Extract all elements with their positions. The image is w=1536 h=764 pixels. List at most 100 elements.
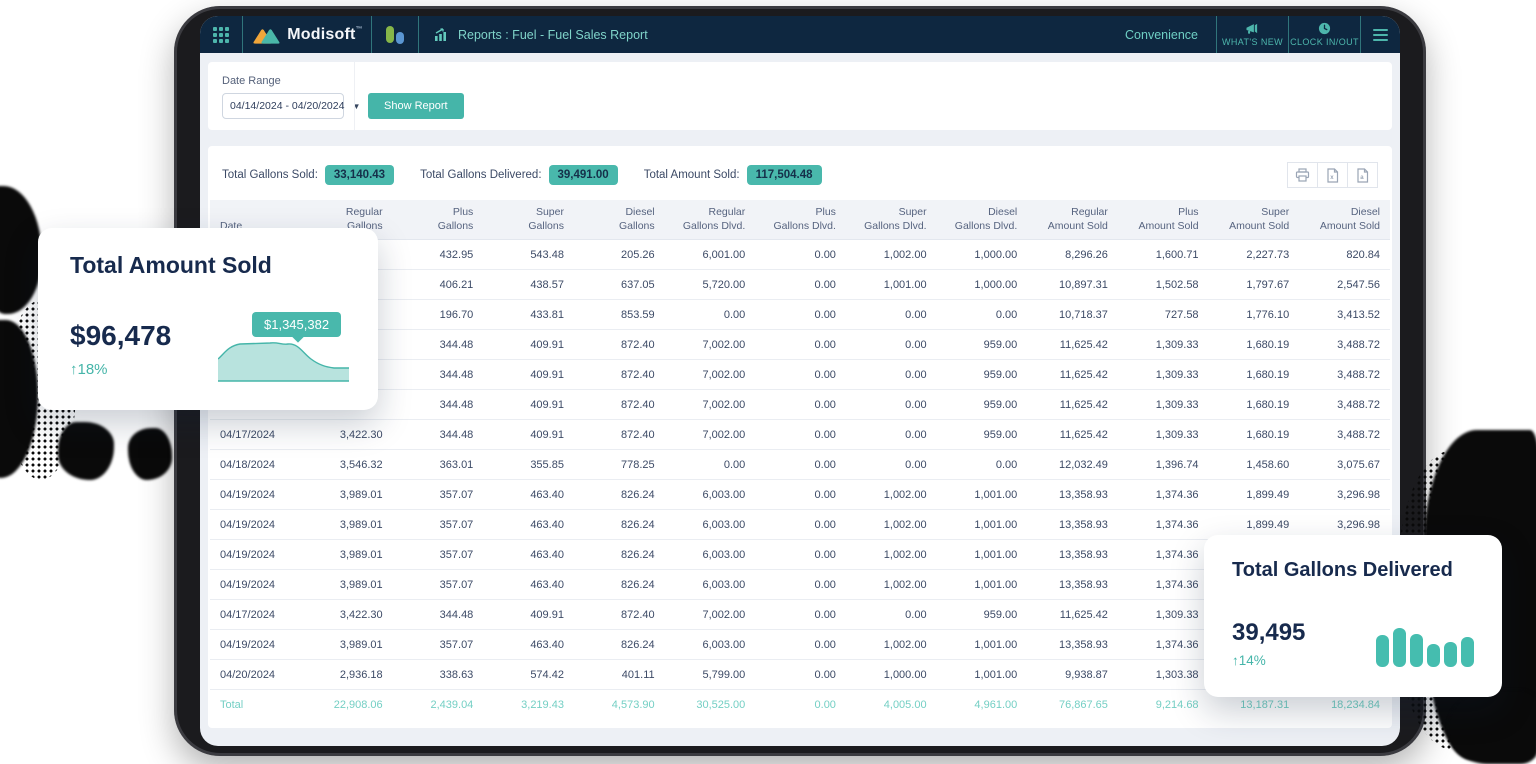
- table-cell: 1,000.00: [936, 239, 1028, 271]
- table-cell: 1,458.60: [1208, 449, 1300, 481]
- table-cell: 0.00: [755, 629, 846, 661]
- grid-icon: [213, 26, 229, 43]
- table-cell: 1,001.00: [936, 659, 1028, 691]
- show-report-button[interactable]: Show Report: [368, 93, 464, 119]
- table-cell: 1,000.00: [845, 659, 937, 691]
- table-cell: 1,002.00: [845, 509, 937, 541]
- summary-value-badge: 117,504.48: [746, 165, 822, 185]
- table-cell: 432.95: [392, 239, 484, 271]
- pdf-file-icon: a: [1357, 167, 1369, 183]
- print-button[interactable]: [1287, 162, 1318, 188]
- table-cell: 1,002.00: [845, 569, 937, 601]
- table-cell: 1,309.33: [1117, 359, 1209, 391]
- table-cell: 0.00: [845, 599, 937, 631]
- filter-panel: Date Range 04/14/2024 - 04/20/2024 ▼ Sho…: [208, 62, 1392, 130]
- store-selector[interactable]: Convenience: [1107, 16, 1216, 53]
- table-cell: 2,547.56: [1299, 269, 1390, 301]
- table-cell: 3,075.67: [1299, 449, 1390, 481]
- table-cell: 9,938.87: [1027, 659, 1118, 691]
- export-excel-button[interactable]: x: [1317, 162, 1348, 188]
- export-pdf-button[interactable]: a: [1347, 162, 1378, 188]
- brand-name: Modisoft™: [287, 25, 363, 43]
- table-cell: 357.07: [392, 539, 484, 571]
- card-value: $96,478: [70, 320, 172, 351]
- table-cell: 344.48: [392, 419, 484, 451]
- export-toolbar: x a: [1287, 162, 1378, 188]
- table-cell: 0.00: [845, 449, 937, 481]
- table-cell: 1,001.00: [936, 629, 1028, 661]
- table-cell: 7,002.00: [664, 389, 756, 421]
- table-cell: 7,002.00: [664, 419, 756, 451]
- table-cell: 1,002.00: [845, 239, 937, 271]
- table-cell: 1,374.36: [1117, 569, 1209, 601]
- summary-item: Total Gallons Delivered: 39,491.00: [420, 165, 618, 185]
- table-cell: 1,309.33: [1117, 329, 1209, 361]
- table-cell: 826.24: [573, 539, 665, 571]
- table-cell: 0.00: [936, 449, 1028, 481]
- table-cell: 406.21: [392, 269, 484, 301]
- table-cell: 1,680.19: [1208, 359, 1300, 391]
- table-cell: 7,002.00: [664, 599, 756, 631]
- table-cell: 872.40: [573, 599, 665, 631]
- table-cell: 11,625.42: [1027, 389, 1118, 421]
- table-cell: 338.63: [392, 659, 484, 691]
- table-cell: 0.00: [755, 539, 846, 571]
- table-cell: 1,309.33: [1117, 419, 1209, 451]
- total-cell: 4,573.90: [573, 689, 665, 720]
- table-cell: 11,625.42: [1027, 419, 1118, 451]
- table-cell: 3,296.98: [1299, 479, 1390, 511]
- table-cell: 463.40: [483, 569, 574, 601]
- date-range-value: 04/14/2024 - 04/20/2024: [230, 100, 345, 112]
- table-cell: 7,002.00: [664, 359, 756, 391]
- table-cell: 355.85: [483, 449, 574, 481]
- column-header: Super Gallons Dlvd.: [845, 200, 937, 241]
- summary-item: Total Amount Sold: 117,504.48: [644, 165, 822, 185]
- bar: [1444, 642, 1457, 667]
- table-cell: 959.00: [936, 599, 1028, 631]
- table-cell: 1,374.36: [1117, 629, 1209, 661]
- sparkline-chart: [217, 332, 352, 384]
- table-cell: 3,422.30: [302, 599, 393, 631]
- table-cell: 3,422.30: [302, 419, 393, 451]
- table-cell: 637.05: [573, 269, 665, 301]
- table-cell: 04/17/2024: [210, 419, 302, 451]
- table-row: 196.70 433.81 853.59 0.00 0.00 0.00 0.00 10,718…: [210, 299, 1390, 331]
- date-range-input[interactable]: 04/14/2024 - 04/20/2024 ▼: [222, 93, 360, 119]
- table-cell: 11,625.42: [1027, 359, 1118, 391]
- store-name: Convenience: [1125, 27, 1198, 42]
- table-cell: 10,897.31: [1027, 269, 1118, 301]
- column-header: Regular Gallons Dlvd.: [664, 200, 756, 241]
- divider: [354, 62, 355, 130]
- spatter-decoration: [128, 428, 172, 480]
- table-cell: 1,309.33: [1117, 599, 1209, 631]
- hamburger-icon: [1373, 28, 1388, 31]
- apps-grid-button[interactable]: [200, 16, 242, 53]
- table-cell: 0.00: [664, 299, 756, 331]
- table-cell: 357.07: [392, 569, 484, 601]
- card-title: Total Amount Sold: [70, 252, 272, 278]
- bar: [1376, 635, 1389, 667]
- table-cell: 8,296.26: [1027, 239, 1118, 271]
- table-cell: 574.42: [483, 659, 574, 691]
- summary-items: Total Gallons Sold: 33,140.43 Total Gallon…: [222, 165, 848, 185]
- table-cell: 6,001.00: [664, 239, 756, 271]
- table-cell: 0.00: [755, 269, 846, 301]
- summary-label: Total Gallons Sold:: [222, 169, 318, 181]
- brand-logo[interactable]: Modisoft™: [243, 16, 371, 53]
- table-cell: 0.00: [936, 299, 1028, 331]
- table-cell: 11,625.42: [1027, 329, 1118, 361]
- table-cell: 0.00: [845, 299, 937, 331]
- table-cell: 826.24: [573, 569, 665, 601]
- table-cell: 04/17/2024: [210, 599, 302, 631]
- bar: [1410, 634, 1423, 667]
- table-cell: 1,001.00: [936, 539, 1028, 571]
- app-switcher-button[interactable]: [372, 16, 418, 53]
- table-cell: 6,003.00: [664, 539, 756, 571]
- table-cell: 0.00: [755, 299, 846, 331]
- whats-new-button[interactable]: WHAT'S NEW: [1216, 16, 1288, 53]
- table-cell: 6,003.00: [664, 629, 756, 661]
- column-header: Super Amount Sold: [1208, 200, 1300, 241]
- menu-button[interactable]: [1360, 16, 1400, 53]
- clock-in-out-button[interactable]: CLOCK IN/OUT: [1288, 16, 1360, 53]
- table-cell: 3,989.01: [302, 629, 393, 661]
